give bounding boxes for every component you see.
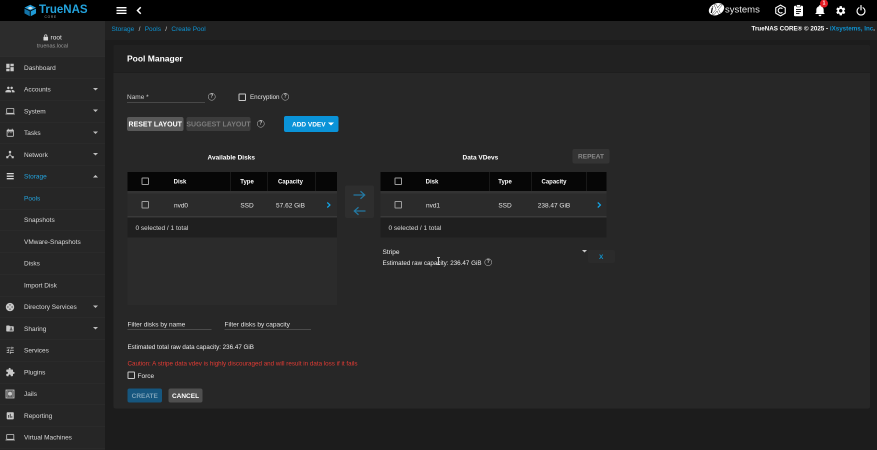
svg-text:systems: systems <box>725 5 760 16</box>
svg-text:X: X <box>712 3 722 17</box>
